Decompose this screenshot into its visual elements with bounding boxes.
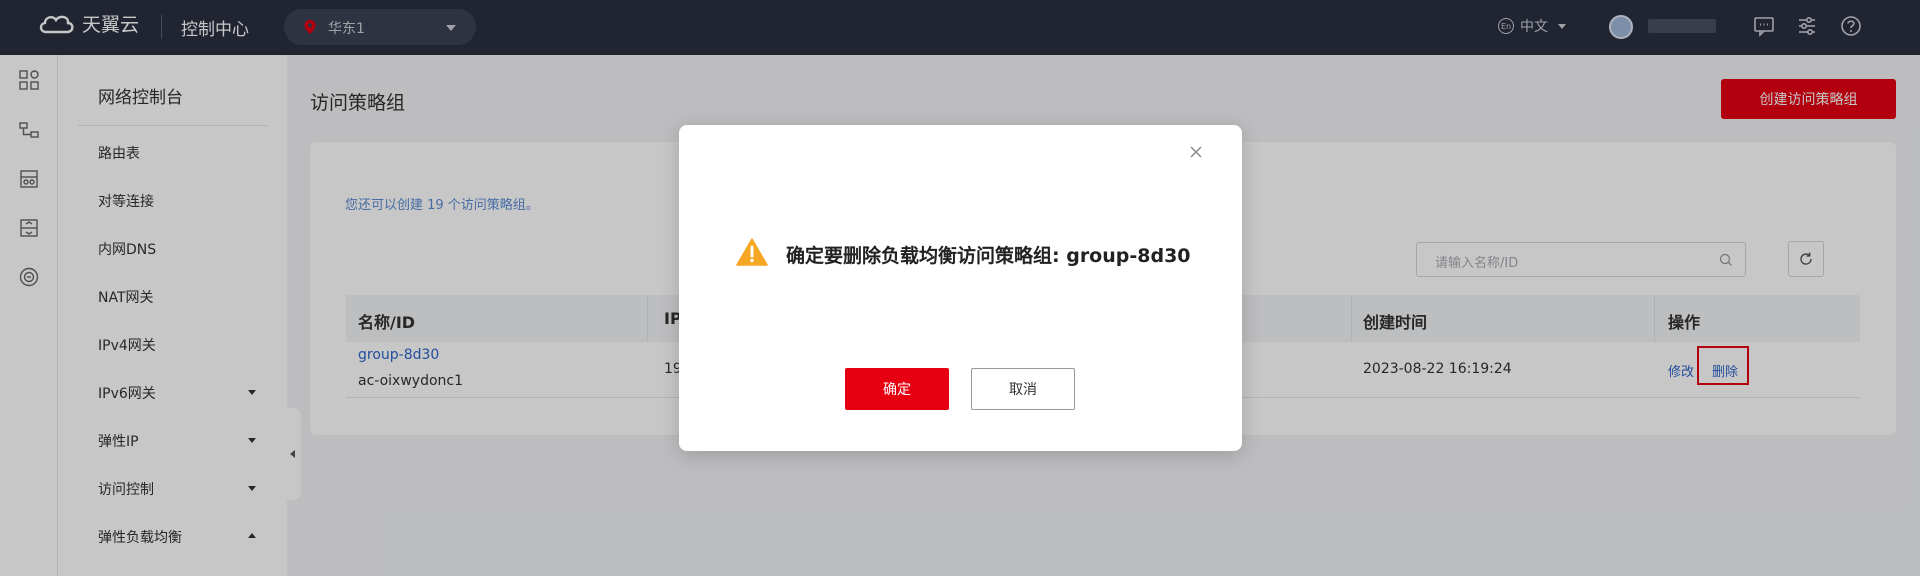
cancel-button[interactable]: 取消 <box>971 368 1075 410</box>
warning-icon <box>736 238 768 266</box>
close-icon[interactable] <box>1188 144 1204 160</box>
confirm-button[interactable]: 确定 <box>845 368 949 410</box>
confirm-delete-dialog: 确定要删除负载均衡访问策略组: group-8d30 确定 取消 <box>679 125 1242 451</box>
confirm-message: 确定要删除负载均衡访问策略组: group-8d30 <box>786 245 1191 267</box>
